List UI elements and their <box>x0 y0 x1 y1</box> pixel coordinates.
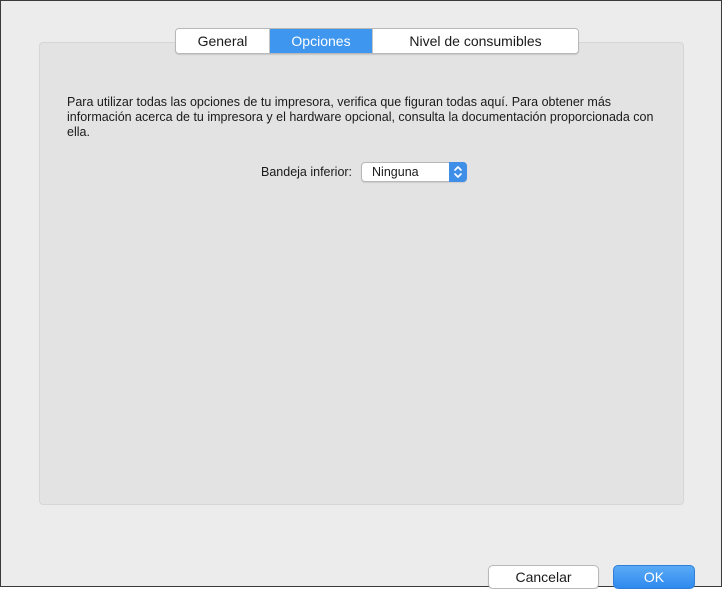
printer-options-dialog: General Opciones Nivel de consumibles Pa… <box>0 0 722 589</box>
tab-opciones[interactable]: Opciones <box>269 29 372 53</box>
ok-button[interactable]: OK <box>613 565 695 589</box>
lower-tray-label: Bandeja inferior: <box>261 165 353 179</box>
tab-general[interactable]: General <box>176 29 269 53</box>
lower-tray-row: Bandeja inferior: Ninguna <box>261 161 468 183</box>
options-description: Para utilizar todas las opciones de tu i… <box>67 95 654 139</box>
cancel-button[interactable]: Cancelar <box>488 565 599 589</box>
tab-bar: General Opciones Nivel de consumibles <box>175 28 579 54</box>
lower-tray-select[interactable]: Ninguna <box>361 162 468 182</box>
chevron-up-down-icon[interactable] <box>449 162 468 182</box>
lower-tray-value: Ninguna <box>372 165 419 179</box>
tab-nivel-de-consumibles[interactable]: Nivel de consumibles <box>372 29 578 53</box>
